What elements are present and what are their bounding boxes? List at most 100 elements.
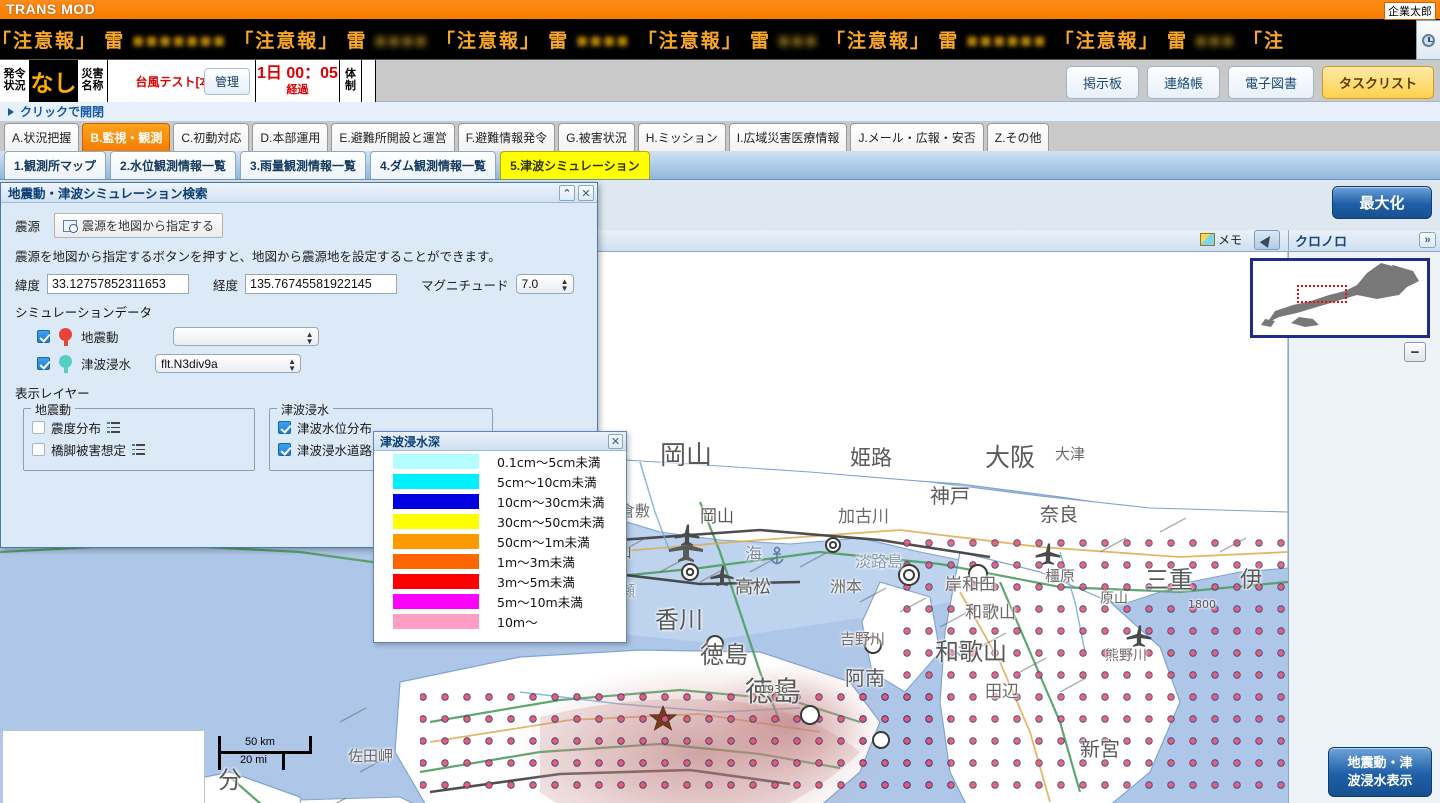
contact-book-button[interactable]: 連絡帳: [1146, 66, 1220, 99]
issue-label-line2: 状況: [3, 80, 26, 92]
intensity-distribution-checkbox[interactable]: [32, 421, 45, 434]
sub-tab-bar: 1.観測所マップ 2.水位観測情報一覧 3.雨量観測情報一覧 4.ダム観測情報一覧 5.…: [0, 151, 1440, 180]
epicenter-hint: 震源を地図から指定するボタンを押すと、地図から震源地を設定することができます。: [15, 250, 501, 264]
pick-epicenter-button[interactable]: 震源を地図から指定する: [54, 213, 224, 238]
e-library-button[interactable]: 電子図書: [1227, 66, 1314, 99]
main-tab-3[interactable]: D.本部運用: [252, 123, 329, 151]
seismic-label: 地震動: [81, 331, 119, 345]
dialog-close-button[interactable]: ✕: [578, 185, 594, 201]
main-tab-label: G.被害状況: [566, 131, 627, 145]
legend-row: 3m〜5m未満: [374, 571, 626, 591]
sub-tab-2[interactable]: 3.雨量観測情報一覧: [240, 151, 367, 179]
seismic-checkbox[interactable]: [37, 330, 50, 343]
pier-damage-checkbox[interactable]: [32, 443, 45, 456]
legend-close-button[interactable]: ✕: [608, 434, 623, 449]
elapsed-time-cell: 1日 00：05 経過: [256, 60, 340, 102]
main-tab-6[interactable]: G.被害状況: [558, 123, 635, 151]
top-action-buttons: 掲示板 連絡帳 電子図書 タスクリスト: [1065, 66, 1434, 99]
sub-tab-label: 1.観測所マップ: [14, 159, 97, 173]
main-tab-5[interactable]: F.避難情報発令: [457, 123, 556, 151]
sub-tab-0[interactable]: 1.観測所マップ: [4, 151, 107, 179]
intensity-distribution-label: 震度分布: [51, 422, 102, 436]
zoom-out-button[interactable]: −: [1404, 342, 1426, 362]
legend-range-label: 1m〜3m未満: [497, 554, 575, 570]
legend-range-label: 5m〜10m未満: [497, 594, 583, 610]
tsunami-depth-legend: 津波浸水深 ✕ 0.1cm〜5cm未満 5cm〜10cm未満 10cm〜30cm未満…: [373, 431, 627, 643]
layer-row-pier-damage[interactable]: 橋脚被害想定: [32, 440, 246, 459]
road-inundation-checkbox[interactable]: [278, 443, 291, 456]
task-list-button[interactable]: タスクリスト: [1321, 66, 1434, 99]
seismic-pin-icon: [59, 327, 72, 346]
window-titlebar: TRANS MOD 企業太郎: [0, 0, 1440, 20]
sub-tab-3[interactable]: 4.ダム観測情報一覧: [370, 151, 497, 179]
main-tab-label: C.初動対応: [181, 131, 242, 145]
legend-range-label: 5cm〜10cm未満: [497, 474, 597, 490]
overview-viewport-box[interactable]: [1297, 285, 1347, 303]
bulletin-board-button[interactable]: 掲示板: [1065, 66, 1139, 99]
main-tab-1[interactable]: B.監視・観測: [82, 123, 171, 151]
ticker-item: 「注意報」 雷: [637, 31, 771, 52]
sub-tab-1[interactable]: 2.水位観測情報一覧: [110, 151, 237, 179]
show-simulation-button[interactable]: 地震動・津 波浸水表示: [1328, 747, 1432, 797]
legend-list-icon[interactable]: [132, 444, 146, 455]
issue-label-line1: 発令: [3, 68, 26, 81]
main-tab-label: F.避難情報発令: [465, 131, 548, 145]
double-chevron-right-icon[interactable]: »: [1419, 232, 1436, 248]
ticker-item: 「注: [1242, 31, 1285, 52]
ticker-item: 「注意報」 雷: [1054, 31, 1188, 52]
maximize-button[interactable]: 最大化: [1332, 186, 1432, 219]
map-pick-icon: [63, 219, 79, 233]
main-tab-9[interactable]: J.メール・広報・安否: [850, 123, 984, 151]
dialog-collapse-button[interactable]: ⌃: [559, 185, 575, 201]
main-tab-10[interactable]: Z.その他: [986, 123, 1050, 151]
draw-tool-button[interactable]: [1254, 230, 1280, 250]
magnitude-value: 7.0: [521, 277, 539, 291]
main-tab-7[interactable]: H.ミッション: [637, 123, 726, 151]
layer-row-intensity[interactable]: 震度分布: [32, 418, 246, 437]
main-tab-0[interactable]: A.状況把握: [4, 123, 80, 151]
legend-range-label: 30cm〜50cm未満: [497, 514, 605, 530]
legend-list-icon[interactable]: [107, 422, 121, 433]
main-tab-label: J.メール・広報・安否: [858, 131, 976, 145]
chevron-right-icon: [8, 107, 14, 116]
legend-row-list: 0.1cm〜5cm未満 5cm〜10cm未満 10cm〜30cm未満 30cm〜50c…: [374, 451, 626, 631]
main-tab-4[interactable]: E.避難所開設と運営: [331, 123, 455, 151]
tsunami-checkbox[interactable]: [37, 357, 50, 370]
latitude-input[interactable]: [47, 274, 190, 294]
issue-status-value: なし: [30, 60, 78, 102]
legend-color-swatch: [393, 513, 479, 529]
legend-range-label: 10m〜: [497, 614, 538, 630]
tsunami-data-select[interactable]: flt.N3div9a ▲ ▼: [155, 354, 302, 373]
map-scale-bar: 50 km 20 mi: [218, 736, 312, 770]
epicenter-label: 震源: [15, 220, 41, 234]
magnitude-select[interactable]: 7.0 ▲ ▼: [515, 274, 574, 294]
seismic-data-select[interactable]: ▲ ▼: [172, 327, 319, 346]
longitude-input[interactable]: [245, 274, 398, 294]
memo-icon: [1199, 233, 1215, 246]
water-level-distribution-checkbox[interactable]: [278, 421, 291, 434]
map-overview-inset[interactable]: [1250, 258, 1430, 338]
legend-color-swatch: [393, 613, 479, 629]
alert-ticker[interactable]: 「注意報」 雷 ■■■■■■■ 「注意報」 雷 ■■■■ 「注意報」 雷 ■■■…: [0, 20, 1440, 60]
legend-row: 5m〜10m未満: [374, 591, 626, 611]
main-tab-8[interactable]: I.広域災害医療情報: [728, 123, 848, 151]
clock-button[interactable]: [1416, 20, 1440, 60]
longitude-label: 経度: [213, 278, 239, 293]
legend-row: 30cm〜50cm未満: [374, 511, 626, 531]
tsunami-fieldset-legend: 津波浸水: [277, 401, 334, 418]
legend-row: 50cm〜1m未満: [374, 531, 626, 551]
ticker-item: 「注意報」 雷: [825, 31, 960, 52]
close-icon: ✕: [610, 436, 621, 448]
memo-button[interactable]: メモ: [1199, 231, 1242, 248]
disaster-label-line1: 災害: [81, 68, 104, 81]
main-tab-2[interactable]: C.初動対応: [173, 123, 250, 151]
manage-button[interactable]: 管理: [204, 67, 251, 95]
legend-color-swatch: [393, 573, 479, 589]
sub-tab-4[interactable]: 5.津波シミュレーション: [500, 151, 650, 179]
expand-collapse-strip[interactable]: クリックで開閉: [0, 102, 1440, 122]
scale-km-label: 50 km: [245, 736, 275, 748]
legend-row: 10cm〜30cm未満: [374, 491, 626, 511]
user-name-chip[interactable]: 企業太郎: [1384, 2, 1436, 20]
chevron-updown-icon: ▲▼: [288, 357, 297, 373]
legend-range-label: 3m〜5m未満: [497, 574, 575, 590]
